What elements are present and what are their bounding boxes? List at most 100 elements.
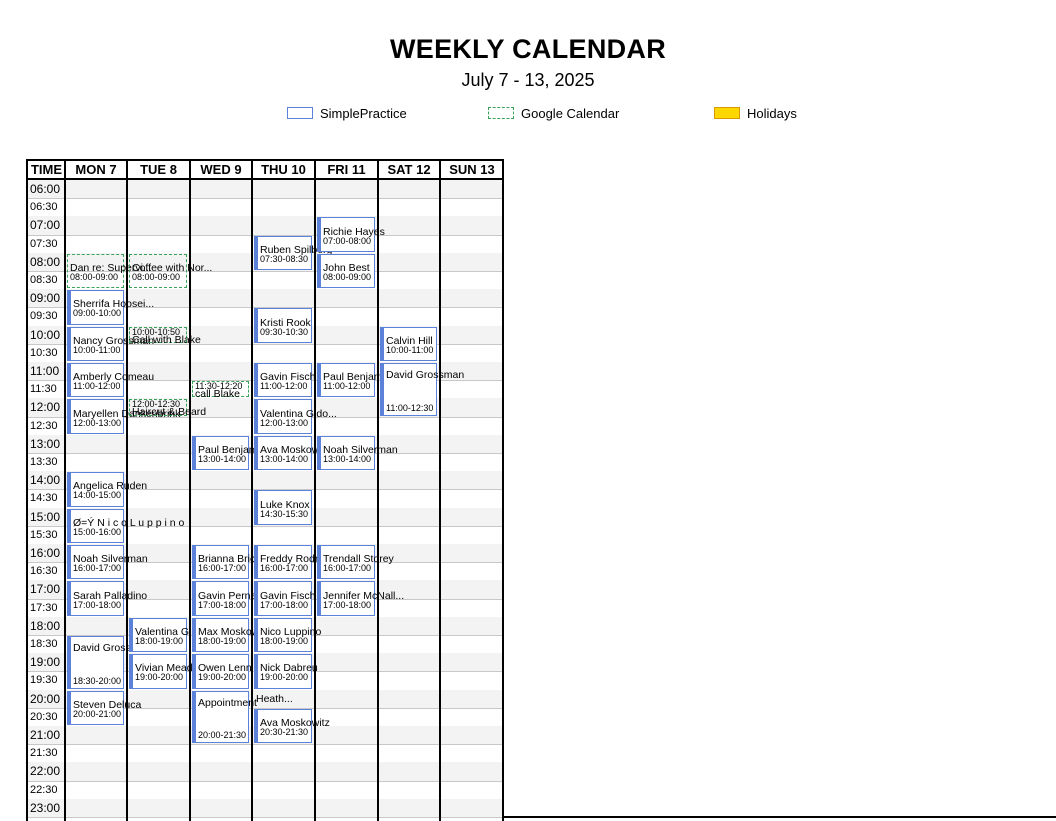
event-title: Heath... bbox=[256, 692, 293, 705]
event-block[interactable]: Paul Benjamin 13:00-14:00 bbox=[192, 435, 266, 471]
column-header-day: SAT 12 bbox=[387, 162, 431, 177]
event-block[interactable]: Gavin Perna 17:00-18:00 bbox=[192, 581, 256, 616]
event-block[interactable]: Steven Deluca 20:00-21:00 bbox=[67, 690, 141, 725]
column-header-day: FRI 11 bbox=[327, 162, 366, 177]
time-label: 07:00 bbox=[30, 218, 61, 233]
event-block[interactable]: Haircut & Beard 12:00-12:30 bbox=[129, 399, 206, 418]
time-label: 17:00 bbox=[30, 582, 61, 597]
event-time: 14:30-15:30 bbox=[260, 508, 309, 519]
event-time: 17:00-18:00 bbox=[198, 599, 247, 610]
event-block[interactable]: Vivian Meade 19:00-20:00 bbox=[129, 654, 198, 689]
event-time: 08:00-09:00 bbox=[70, 271, 119, 282]
event-block[interactable]: Trendall Storey 16:00-17:00 bbox=[317, 545, 394, 580]
time-label: 16:00 bbox=[30, 546, 61, 560]
event-block[interactable]: Valentina Gido... 12:00-13:00 bbox=[254, 399, 337, 434]
time-label: 11:00 bbox=[30, 364, 60, 378]
event-block[interactable]: Nico Luppino 18:00-19:00 bbox=[254, 617, 321, 653]
holidays-swatch-icon bbox=[714, 107, 740, 119]
time-label: 09:30 bbox=[30, 310, 58, 323]
column-divider bbox=[251, 161, 253, 821]
time-label: 12:30 bbox=[30, 419, 58, 432]
time-label: 13:00 bbox=[30, 436, 61, 451]
event-block[interactable]: David Grossman 18:30-20:00 bbox=[67, 636, 151, 689]
event-time: 10:00-11:00 bbox=[73, 344, 121, 355]
google-calendar-swatch-icon bbox=[488, 107, 514, 119]
event-block[interactable]: Valentina Gi 18:00-19:00 bbox=[129, 617, 191, 653]
event-block[interactable]: Kristi Rook 09:30-10:30 bbox=[254, 308, 312, 343]
event-time: 13:00-14:00 bbox=[323, 453, 372, 464]
event-time: 18:30-20:00 bbox=[73, 675, 122, 686]
column-header-day: SUN 13 bbox=[449, 162, 495, 177]
time-label: 23:00 bbox=[30, 800, 61, 815]
event-block[interactable]: Gavin Fisch 11:00-12:00 bbox=[254, 363, 315, 398]
event-block[interactable]: Noah Silverman 13:00-14:00 bbox=[317, 435, 398, 471]
simplepractice-swatch-icon bbox=[287, 107, 313, 119]
time-label: 20:30 bbox=[30, 710, 58, 723]
column-divider bbox=[502, 161, 504, 821]
column-divider bbox=[439, 161, 441, 821]
event-time: 18:00-19:00 bbox=[198, 635, 247, 646]
event-time: 14:00-15:00 bbox=[73, 490, 122, 501]
event-time: 11:00-12:30 bbox=[386, 402, 434, 413]
time-label: 14:30 bbox=[30, 492, 58, 505]
event-block[interactable]: Sherrifa Hoosei... 09:00-10:00 bbox=[67, 290, 154, 325]
event-block[interactable]: Call with Blake 10:00-10:50 bbox=[129, 326, 201, 345]
time-label: 10:00 bbox=[30, 327, 61, 342]
event-block[interactable]: Dan re: Supervi... 08:00-09:00 bbox=[67, 253, 152, 289]
legend-holidays: Holidays bbox=[714, 104, 797, 122]
event-block[interactable]: Ava Moskowitz 20:30-21:30 bbox=[254, 708, 330, 744]
slot-gridline bbox=[28, 744, 504, 746]
time-label: 06:00 bbox=[30, 182, 61, 196]
event-time: 15:00-16:00 bbox=[73, 526, 122, 537]
hour-band bbox=[28, 216, 504, 235]
event-time: 16:00-17:00 bbox=[260, 563, 309, 574]
event-block[interactable]: John Best 08:00-09:00 bbox=[317, 253, 375, 289]
event-block[interactable]: David Grossman 11:00-12:30 bbox=[380, 363, 464, 416]
event-block[interactable]: Coffee with Nor... 08:00-09:00 bbox=[129, 253, 212, 289]
event-block[interactable]: Ruben Spilberg 07:30-08:30 bbox=[254, 235, 332, 270]
event-time: 17:00-18:00 bbox=[323, 599, 372, 610]
event-block[interactable]: Freddy Rodriguez 16:00-17:00 bbox=[254, 545, 343, 580]
event-block[interactable]: Max Moskowitz 18:00-19:00 bbox=[192, 617, 270, 653]
event-block[interactable]: call Blake 11:30-12:20 bbox=[192, 381, 249, 400]
event-block[interactable]: Gavin Fisch 17:00-18:00 bbox=[254, 581, 315, 616]
event-block[interactable]: Jennifer McNall... 17:00-18:00 bbox=[317, 581, 404, 616]
event-time: 08:00-09:00 bbox=[323, 271, 372, 282]
event-block[interactable]: Sarah Palladino 17:00-18:00 bbox=[67, 581, 147, 616]
time-label: 08:00 bbox=[30, 254, 61, 269]
event-time: 12:00-12:30 bbox=[132, 399, 181, 410]
legend-simplepractice-label: SimplePractice bbox=[320, 105, 407, 121]
event-block[interactable]: Maryellen Dankenbrink 12:00-13:00 bbox=[67, 399, 180, 434]
time-label: 19:30 bbox=[30, 674, 58, 687]
event-time: 19:00-20:00 bbox=[135, 672, 184, 683]
column-header-time: TIME bbox=[30, 162, 63, 177]
event-block[interactable]: Noah Silverman 16:00-17:00 bbox=[67, 545, 148, 580]
time-label: 20:00 bbox=[30, 691, 61, 706]
event-block[interactable]: Amberly Comeau 11:00-12:00 bbox=[67, 363, 154, 398]
event-block[interactable]: Calvin Hill 10:00-11:00 bbox=[380, 326, 437, 361]
time-label: 10:30 bbox=[30, 346, 58, 359]
slot-gridline bbox=[28, 198, 504, 200]
event-time: 16:00-17:00 bbox=[323, 563, 372, 574]
hour-band bbox=[28, 762, 504, 781]
event-block[interactable]: Richie Hayes 07:00-08:00 bbox=[317, 217, 385, 252]
event-block[interactable]: Luke Knox 14:30-15:30 bbox=[254, 490, 312, 525]
event-time: 11:00-12:00 bbox=[323, 381, 371, 392]
legend-google-calendar: Google Calendar bbox=[488, 104, 619, 122]
event-block[interactable]: Appointment 20:00-21:30 bbox=[192, 690, 257, 744]
event-block[interactable]: Owen Lenn 19:00-20:00 bbox=[192, 654, 252, 689]
event-time: 17:00-18:00 bbox=[260, 599, 309, 610]
event-title: David Grossman bbox=[386, 369, 465, 381]
event-block[interactable]: Paul Benjamin 11:00-12:00 bbox=[317, 363, 391, 398]
hour-band bbox=[28, 180, 504, 199]
time-label: 21:00 bbox=[30, 728, 61, 742]
time-label: 12:00 bbox=[30, 400, 61, 415]
event-block[interactable]: Brianna Brickman 16:00-17:00 bbox=[192, 545, 281, 580]
event-block[interactable]: Ø=Ý N i c o L u p p i n o 15:00-16:00 bbox=[67, 508, 184, 543]
event-block[interactable]: Ava Moskowitz 13:00-14:00 bbox=[254, 435, 330, 471]
event-block[interactable]: Nancy Grossman 10:00-11:00 bbox=[67, 326, 154, 361]
event-block[interactable]: Angelica Ruden 14:00-15:00 bbox=[67, 472, 147, 507]
event-block[interactable]: Nick Dabreu 19:00-20:00 bbox=[254, 654, 318, 689]
time-label: 07:30 bbox=[30, 237, 58, 250]
date-range-subtitle: July 7 - 13, 2025 bbox=[461, 70, 595, 90]
